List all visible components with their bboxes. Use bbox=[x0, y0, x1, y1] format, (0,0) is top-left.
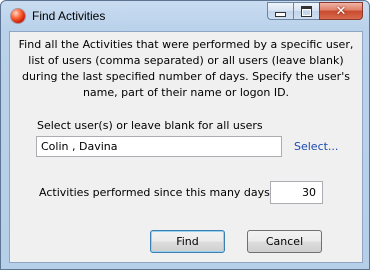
title-bar[interactable]: Find Activities ✕ bbox=[1, 1, 369, 31]
minimize-button[interactable] bbox=[267, 2, 293, 20]
maximize-icon bbox=[301, 5, 312, 17]
find-button[interactable]: Find bbox=[150, 230, 225, 253]
description-text: Find all the Activities that were perfor… bbox=[18, 38, 354, 99]
minimize-icon bbox=[275, 11, 286, 17]
red-ball-icon bbox=[11, 9, 25, 23]
close-icon: ✕ bbox=[335, 3, 347, 19]
users-input[interactable]: Colin , Davina bbox=[36, 136, 282, 157]
close-button[interactable]: ✕ bbox=[319, 2, 363, 20]
select-users-link[interactable]: Select... bbox=[294, 140, 338, 153]
days-input[interactable]: 30 bbox=[270, 181, 323, 204]
users-label: Select user(s) or leave blank for all us… bbox=[37, 119, 263, 132]
window-title: Find Activities bbox=[32, 9, 106, 23]
dialog-body: Find all the Activities that were perfor… bbox=[9, 31, 363, 263]
caption-buttons: ✕ bbox=[267, 2, 363, 21]
days-label: Activities performed since this many day… bbox=[39, 186, 294, 199]
find-activities-dialog: Find Activities ✕ Find all the Activitie… bbox=[0, 0, 370, 270]
cancel-button[interactable]: Cancel bbox=[247, 230, 322, 253]
maximize-button[interactable] bbox=[293, 2, 319, 20]
